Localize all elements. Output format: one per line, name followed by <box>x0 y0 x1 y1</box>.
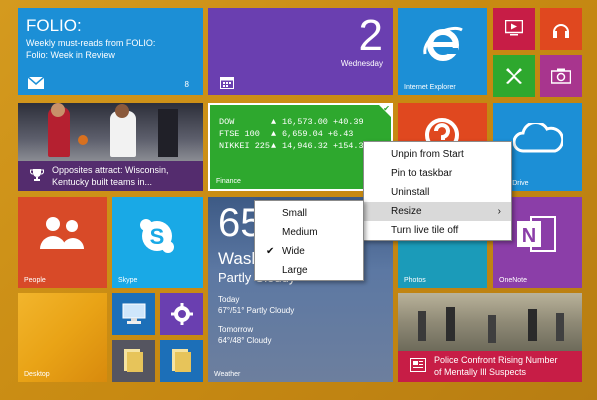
menu-item-pin-to-taskbar[interactable]: Pin to taskbar <box>364 164 511 183</box>
finance-row-value: 16,573.00 +40.39 <box>282 117 364 127</box>
finance-row-nikkei: NIKKEI 225▲ 14,946.32 +154.33 <box>219 141 369 151</box>
folio-line1: Weekly must-reads from FOLIO: <box>26 38 156 48</box>
skype-label: Skype <box>118 277 138 284</box>
desktop-label: Desktop <box>24 371 50 378</box>
file-explorer-tile[interactable] <box>160 340 203 382</box>
video-icon <box>504 19 524 41</box>
checkmark-icon: ✔ <box>266 246 275 257</box>
internet-explorer-label: Internet Explorer <box>404 84 456 91</box>
weather-tomorrow-label: Tomorrow <box>218 325 254 334</box>
gear-icon <box>171 303 193 330</box>
cloud-icon <box>512 121 565 158</box>
people-label: People <box>24 277 46 284</box>
menu-item-label: Uninstall <box>391 187 430 198</box>
folio-line2: Folio: Week in Review <box>26 50 115 60</box>
resize-option-small[interactable]: Small <box>255 204 363 223</box>
onenote-icon: N <box>517 215 557 258</box>
up-arrow-icon: ▲ <box>271 141 277 151</box>
skype-tile[interactable]: S Skype <box>112 197 203 288</box>
photos-label: Photos <box>404 277 426 284</box>
people-icon <box>38 215 86 256</box>
video-tile[interactable] <box>493 8 535 50</box>
finance-row-name: FTSE 100 <box>219 129 260 139</box>
finance-row-value: 14,946.32 +154.33 <box>282 141 369 151</box>
finance-row-name: DOW <box>219 117 235 127</box>
file-explorer-icon <box>172 349 192 378</box>
internet-explorer-tile[interactable]: Internet Explorer <box>398 8 487 95</box>
resize-option-large[interactable]: Large <box>255 261 363 280</box>
news-icon <box>410 358 426 377</box>
resize-submenu: Small Medium ✔ Wide Large <box>254 200 364 281</box>
finance-row-dow: DOW ▲ 16,573.00 +40.39 <box>219 117 364 127</box>
finance-label: Finance <box>216 178 241 185</box>
weather-label: Weather <box>214 371 241 378</box>
menu-item-uninstall[interactable]: Uninstall <box>364 183 511 202</box>
menu-item-turn-live-tile-off[interactable]: Turn live tile off <box>364 221 511 240</box>
menu-item-label: Unpin from Start <box>391 149 464 160</box>
resize-option-label: Large <box>282 265 308 276</box>
news-tile[interactable]: Police Confront Rising Number of Mentall… <box>398 293 582 382</box>
weather-today-label: Today <box>218 295 240 304</box>
mail-icon <box>27 76 45 94</box>
checkmark-icon: ✔ <box>383 104 390 113</box>
tile-context-menu: Unpin from Start Pin to taskbar Uninstal… <box>363 141 512 241</box>
camera-tile[interactable] <box>540 55 582 97</box>
submenu-arrow-icon: › <box>497 206 501 217</box>
folder-icon <box>124 349 144 378</box>
people-tile[interactable]: People <box>18 197 107 288</box>
start-screen: FOLIO: Weekly must-reads from FOLIO: Fol… <box>0 0 597 400</box>
calendar-icon <box>220 76 234 94</box>
calendar-day-number: 2 <box>358 11 383 60</box>
documents-tile[interactable] <box>112 340 155 382</box>
news-photo <box>398 293 582 351</box>
xbox-icon <box>504 66 524 91</box>
calendar-tile[interactable]: 2 Wednesday <box>208 8 393 95</box>
resize-option-label: Small <box>282 208 308 219</box>
camera-icon <box>550 68 572 89</box>
svg-text:N: N <box>522 225 536 247</box>
weather-today-value: 67°/51° Partly Cloudy <box>218 306 295 315</box>
folio-count: 8 <box>184 80 189 89</box>
computer-icon <box>122 303 146 330</box>
menu-item-resize[interactable]: Resize › <box>364 202 511 221</box>
menu-item-unpin-from-start[interactable]: Unpin from Start <box>364 145 511 164</box>
resize-option-medium[interactable]: Medium <box>255 223 363 242</box>
calendar-day-name: Wednesday <box>340 59 383 68</box>
headphones-icon <box>551 19 571 44</box>
folio-tile[interactable]: FOLIO: Weekly must-reads from FOLIO: Fol… <box>18 8 203 95</box>
skype-icon: S <box>138 217 176 260</box>
menu-item-label: Turn live tile off <box>391 225 459 236</box>
internet-explorer-icon <box>422 24 464 71</box>
resize-option-label: Wide <box>282 246 305 257</box>
onenote-label: OneNote <box>499 277 528 284</box>
up-arrow-icon: ▲ <box>271 129 277 139</box>
trophy-icon <box>30 168 44 187</box>
resize-option-wide[interactable]: ✔ Wide <box>255 242 363 261</box>
sports-line1: Opposites attract: Wisconsin, <box>52 165 169 175</box>
resize-option-label: Medium <box>282 227 318 238</box>
sports-photo <box>18 103 203 161</box>
news-line2: of Mentally Ill Suspects <box>434 367 527 377</box>
settings-tile[interactable] <box>160 293 203 335</box>
sports-tile[interactable]: Opposites attract: Wisconsin, Kentucky b… <box>18 103 203 191</box>
finance-row-name: NIKKEI 225 <box>219 141 271 151</box>
svg-text:S: S <box>150 224 165 249</box>
menu-item-label: Resize <box>391 206 422 217</box>
pc-tile[interactable] <box>112 293 155 335</box>
games-tile[interactable] <box>493 55 535 97</box>
finance-row-value: 6,659.04 +6.43 <box>282 129 354 139</box>
sports-line2: Kentucky built teams in... <box>52 177 153 187</box>
up-arrow-icon: ▲ <box>271 117 277 127</box>
music-tile[interactable] <box>540 8 582 50</box>
finance-row-ftse: FTSE 100 ▲ 6,659.04 +6.43 <box>219 129 353 139</box>
news-line1: Police Confront Rising Number <box>434 355 558 365</box>
folio-title: FOLIO: <box>26 16 82 35</box>
desktop-tile[interactable]: Desktop <box>18 293 107 382</box>
menu-item-label: Pin to taskbar <box>391 168 453 179</box>
weather-tomorrow-value: 64°/48° Cloudy <box>218 336 272 345</box>
